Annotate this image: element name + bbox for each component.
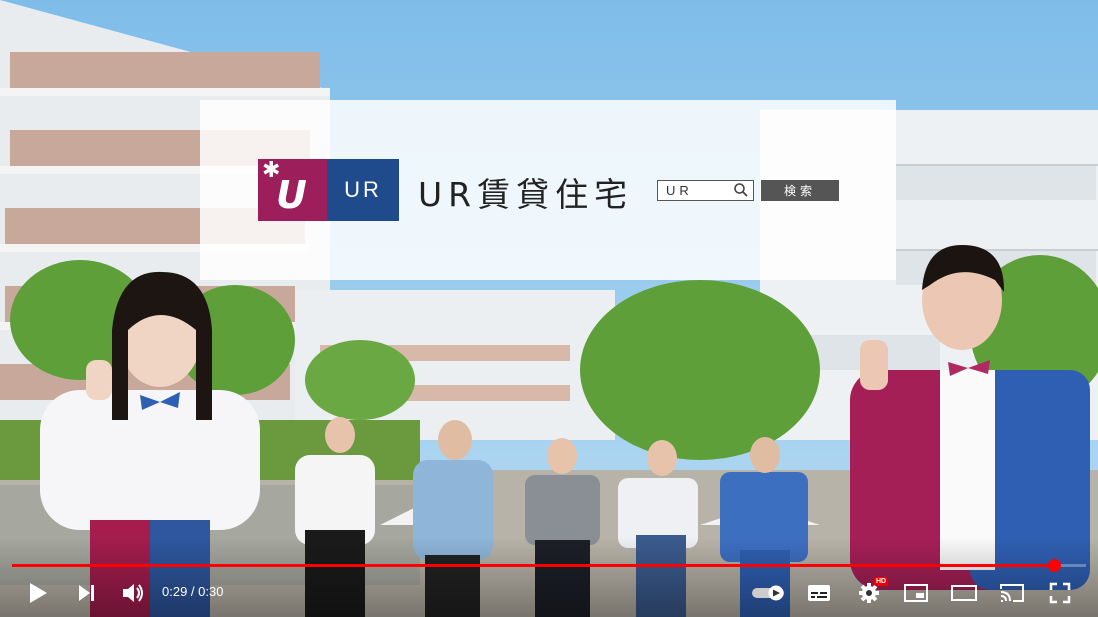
cast-button[interactable] (998, 578, 1026, 608)
theater-icon (951, 585, 977, 601)
controls-gradient (0, 537, 1098, 617)
volume-icon (123, 584, 143, 602)
duration: 0:30 (198, 584, 224, 599)
autoplay-toggle-icon (752, 585, 784, 601)
video-frame (0, 0, 1098, 617)
next-button[interactable] (72, 578, 100, 608)
miniplayer-button[interactable] (902, 578, 930, 608)
ur-logo-mark: ✱ U (258, 157, 327, 221)
play-button[interactable] (24, 578, 52, 608)
banner-search-button: 検索 (761, 180, 839, 201)
next-icon (79, 585, 94, 601)
autoplay-toggle[interactable] (752, 578, 788, 608)
subtitles-icon (808, 585, 830, 601)
ur-logo: ✱ U UR (258, 157, 399, 221)
banner-search-value: UR (666, 183, 693, 198)
miniplayer-icon (904, 584, 928, 602)
progress-bar[interactable] (12, 559, 1086, 572)
time-separator: / (187, 584, 199, 599)
scrubber-handle[interactable] (1047, 559, 1061, 572)
theater-mode-button[interactable] (950, 578, 978, 608)
hd-badge: HD (874, 577, 889, 586)
current-time: 0:29 (162, 584, 188, 599)
search-icon (734, 183, 748, 197)
banner-search-box: UR (657, 180, 754, 201)
fullscreen-button[interactable] (1046, 578, 1074, 608)
video-player[interactable]: ✱ U UR UR賃貸住宅 UR 検索 0:29 / 0:30 HD (0, 0, 1098, 617)
progress-fill (12, 564, 1054, 567)
time-display: 0:29 / 0:30 (162, 584, 223, 599)
volume-button[interactable] (118, 578, 148, 608)
fullscreen-icon (1049, 582, 1071, 604)
ur-banner: ✱ U UR UR賃貸住宅 UR 検索 (200, 100, 896, 280)
play-icon (30, 583, 47, 603)
cast-icon (1000, 584, 1024, 602)
banner-title: UR賃貸住宅 (418, 175, 634, 214)
subtitles-button[interactable] (805, 578, 833, 608)
ur-logo-text: UR (327, 159, 399, 221)
